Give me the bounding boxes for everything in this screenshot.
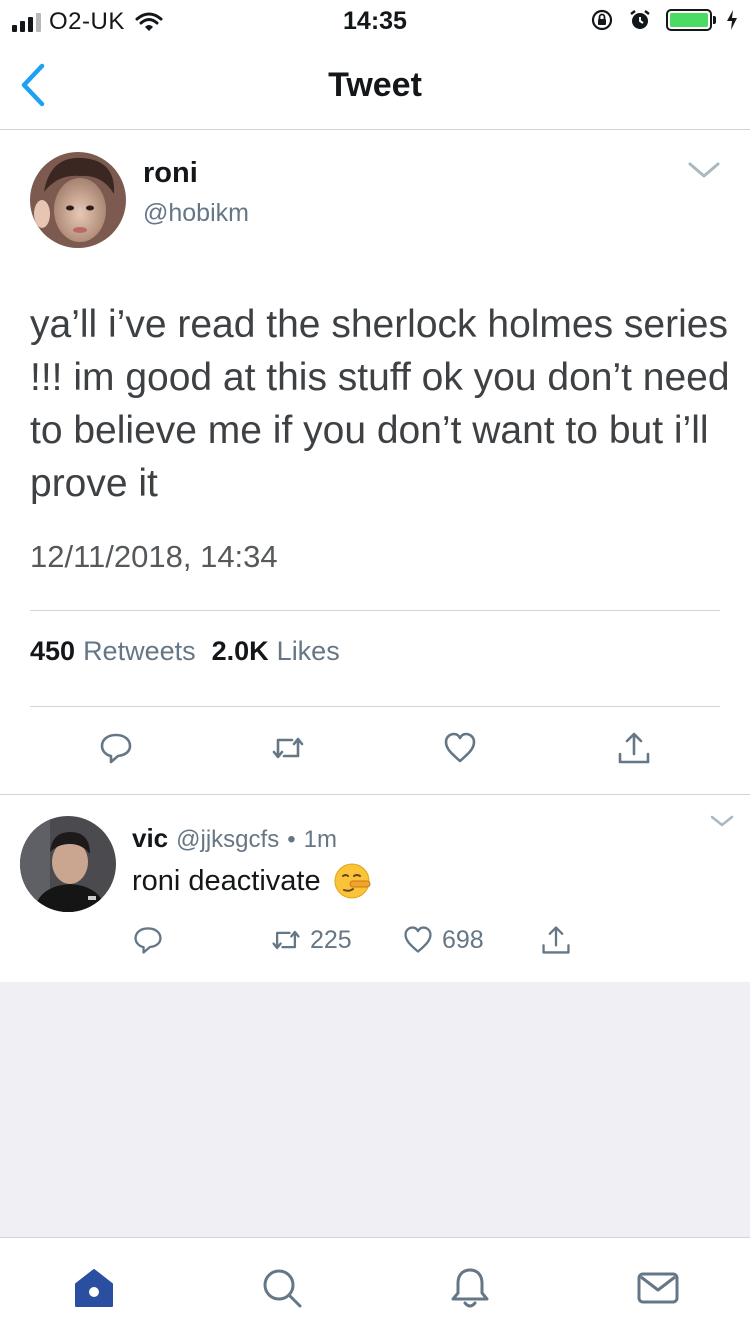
chevron-down-icon[interactable] xyxy=(686,158,722,182)
empty-background xyxy=(0,982,750,1237)
tweet-timestamp: 12/11/2018, 14:34 xyxy=(30,539,278,574)
charging-bolt-icon xyxy=(727,10,737,30)
reply-actions: 225 698 xyxy=(0,924,750,960)
bell-icon[interactable] xyxy=(448,1266,492,1310)
reply-text-content: roni deactivate xyxy=(132,864,321,897)
likes-stat[interactable]: 2.0K Likes xyxy=(212,636,340,667)
reply-retweet-count: 225 xyxy=(310,925,352,954)
reply-like-button[interactable]: 698 xyxy=(402,924,484,956)
retweets-stat[interactable]: 450 Retweets xyxy=(30,636,196,667)
reply-share-button[interactable] xyxy=(540,924,572,956)
author-name[interactable]: roni xyxy=(143,157,198,190)
likes-count: 2.0K xyxy=(211,636,269,666)
retweet-icon xyxy=(272,930,300,950)
status-bar: O2-UK 14:35 xyxy=(0,0,750,42)
divider xyxy=(30,610,720,611)
reply-reply-button[interactable] xyxy=(132,924,164,956)
battery-icon xyxy=(666,9,716,31)
divider xyxy=(0,794,750,795)
chevron-down-icon[interactable] xyxy=(709,813,735,829)
tweet-actions xyxy=(0,730,750,772)
reply-icon xyxy=(134,927,162,954)
reply-retweet-button[interactable]: 225 xyxy=(270,924,352,956)
search-icon[interactable] xyxy=(260,1266,304,1310)
heart-icon xyxy=(404,926,432,953)
author-handle[interactable]: @hobikm xyxy=(143,199,249,228)
page-title: Tweet xyxy=(328,66,422,104)
likes-label: Likes xyxy=(276,636,340,666)
reply-like-count: 698 xyxy=(442,925,484,954)
tweet-stats: 450 Retweets 2.0K Likes xyxy=(30,636,340,667)
reply-icon[interactable] xyxy=(98,730,134,766)
lying-face-emoji-icon xyxy=(334,863,371,899)
rotation-lock-icon xyxy=(591,9,613,31)
reply-header: vic @jjksgcfs • 1m xyxy=(132,823,337,854)
reply-age: 1m xyxy=(303,826,337,853)
tab-bar xyxy=(0,1237,750,1334)
mail-icon[interactable] xyxy=(636,1266,680,1310)
nav-bar: Tweet xyxy=(0,42,750,130)
reply-separator: • xyxy=(287,826,296,853)
share-icon[interactable] xyxy=(616,730,652,766)
reply-author-handle[interactable]: @jjksgcfs xyxy=(176,826,279,854)
reply-author-name[interactable]: vic xyxy=(132,823,168,854)
alarm-icon xyxy=(630,10,650,29)
tweet-text: ya’ll i’ve read the sherlock holmes seri… xyxy=(30,303,730,505)
share-icon xyxy=(542,926,570,954)
reply-author-avatar[interactable] xyxy=(20,816,116,912)
reply-text: roni deactivate xyxy=(132,862,371,900)
divider xyxy=(30,706,720,707)
retweets-label: Retweets xyxy=(83,636,196,666)
status-right xyxy=(590,8,738,32)
retweets-count: 450 xyxy=(30,636,76,666)
heart-icon[interactable] xyxy=(442,730,478,766)
retweet-icon[interactable] xyxy=(270,730,306,766)
author-avatar[interactable] xyxy=(30,152,126,248)
home-icon[interactable] xyxy=(72,1266,116,1310)
